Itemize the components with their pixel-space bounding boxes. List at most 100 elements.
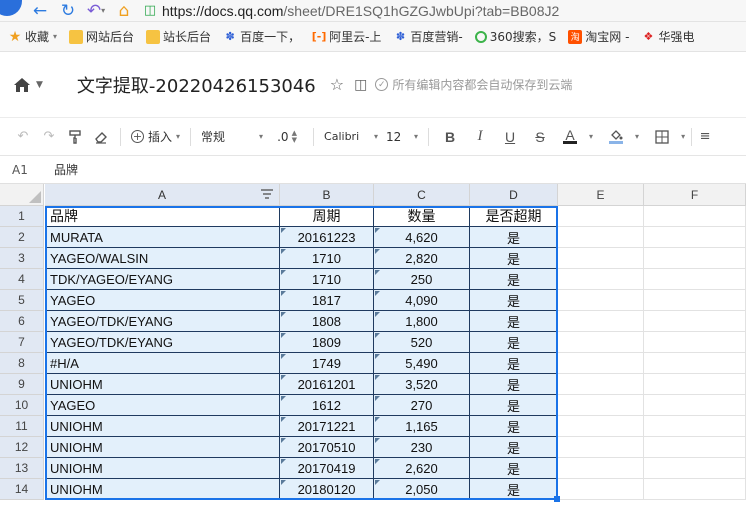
cell-c1[interactable]: 数量 (374, 206, 470, 227)
cell-f9[interactable] (644, 374, 746, 395)
undo-icon[interactable]: ↶ (10, 125, 36, 149)
cell-b14[interactable]: 20180120 (280, 479, 374, 500)
cell-f14[interactable] (644, 479, 746, 500)
cell-d1[interactable]: 是否超期 (470, 206, 558, 227)
cell-d11[interactable]: 是 (470, 416, 558, 437)
format-painter-icon[interactable] (62, 125, 88, 149)
column-header-c[interactable]: C (374, 184, 470, 206)
cell-a5[interactable]: YAGEO (45, 290, 280, 311)
cell-a13[interactable]: UNIOHM (45, 458, 280, 479)
row-header-12[interactable]: 12 (0, 437, 44, 458)
cell-e13[interactable] (558, 458, 644, 479)
cell-a2[interactable]: MURATA (45, 227, 280, 248)
row-header-7[interactable]: 7 (0, 332, 44, 353)
cell-e12[interactable] (558, 437, 644, 458)
cell-b2[interactable]: 20161223 (280, 227, 374, 248)
cell-e10[interactable] (558, 395, 644, 416)
home-icon[interactable]: ⌂ (110, 0, 138, 22)
cell-c12[interactable]: 230 (374, 437, 470, 458)
cell-a6[interactable]: YAGEO/TDK/EYANG (45, 311, 280, 332)
cell-c7[interactable]: 520 (374, 332, 470, 353)
cell-b11[interactable]: 20171221 (280, 416, 374, 437)
cell-d13[interactable]: 是 (470, 458, 558, 479)
cell-d3[interactable]: 是 (470, 248, 558, 269)
cell-d8[interactable]: 是 (470, 353, 558, 374)
cell-c13[interactable]: 2,620 (374, 458, 470, 479)
bookmark-aliyun[interactable]: [-] 阿里云-上 (312, 28, 382, 45)
decimal-places-stepper[interactable]: .0 ▲ ▼ (267, 125, 307, 149)
bookmark-favorites[interactable]: ★ 收藏 ▾ (8, 28, 57, 45)
cell-b13[interactable]: 20170419 (280, 458, 374, 479)
row-header-4[interactable]: 4 (0, 269, 44, 290)
cell-d7[interactable]: 是 (470, 332, 558, 353)
cell-a11[interactable]: UNIOHM (45, 416, 280, 437)
insert-button[interactable]: + 插入 ▾ (127, 125, 184, 149)
row-header-5[interactable]: 5 (0, 290, 44, 311)
select-all-corner[interactable] (0, 184, 44, 206)
cell-e4[interactable] (558, 269, 644, 290)
row-header-14[interactable]: 14 (0, 479, 44, 500)
chevron-down-icon[interactable]: ▾ (635, 132, 639, 141)
cell-e14[interactable] (558, 479, 644, 500)
row-header-1[interactable]: 1 (0, 206, 44, 227)
cell-d9[interactable]: 是 (470, 374, 558, 395)
cell-c5[interactable]: 4,090 (374, 290, 470, 311)
cell-e11[interactable] (558, 416, 644, 437)
cell-a9[interactable]: UNIOHM (45, 374, 280, 395)
cell-e9[interactable] (558, 374, 644, 395)
cell-a3[interactable]: YAGEO/WALSIN (45, 248, 280, 269)
row-header-3[interactable]: 3 (0, 248, 44, 269)
cell-f11[interactable] (644, 416, 746, 437)
cell-f8[interactable] (644, 353, 746, 374)
formula-input[interactable]: 品牌 (46, 161, 78, 178)
row-header-8[interactable]: 8 (0, 353, 44, 374)
cell-f13[interactable] (644, 458, 746, 479)
chevron-down-icon[interactable]: ▾ (681, 132, 685, 141)
cell-a10[interactable]: YAGEO (45, 395, 280, 416)
cell-f1[interactable] (644, 206, 746, 227)
number-format-select[interactable]: 常规 ▾ (197, 125, 267, 149)
cell-f3[interactable] (644, 248, 746, 269)
star-outline-icon[interactable]: ☆ (330, 75, 344, 94)
cell-f2[interactable] (644, 227, 746, 248)
cell-a14[interactable]: UNIOHM (45, 479, 280, 500)
cell-b9[interactable]: 20161201 (280, 374, 374, 395)
cell-c11[interactable]: 1,165 (374, 416, 470, 437)
bookmark-360-search[interactable]: 360搜索，S (474, 28, 556, 45)
chevron-down-icon[interactable]: ▼ (36, 80, 43, 90)
cell-c10[interactable]: 270 (374, 395, 470, 416)
url-field[interactable]: https://docs.qq.com/sheet/DRE1SQ1hGZGJwb… (162, 3, 559, 19)
cell-f6[interactable] (644, 311, 746, 332)
bookmark-huaqiang[interactable]: ❖ 华强电 (641, 28, 695, 45)
row-header-10[interactable]: 10 (0, 395, 44, 416)
italic-icon[interactable]: I (465, 125, 495, 149)
doc-title[interactable]: 文字提取-20220426153046 (77, 72, 316, 98)
cell-c14[interactable]: 2,050 (374, 479, 470, 500)
cell-d4[interactable]: 是 (470, 269, 558, 290)
cell-a4[interactable]: TDK/YAGEO/EYANG (45, 269, 280, 290)
cell-f5[interactable] (644, 290, 746, 311)
row-header-6[interactable]: 6 (0, 311, 44, 332)
cell-e3[interactable] (558, 248, 644, 269)
filter-icon[interactable] (261, 189, 273, 200)
cell-c6[interactable]: 1,800 (374, 311, 470, 332)
cell-d5[interactable]: 是 (470, 290, 558, 311)
underline-icon[interactable]: U (495, 125, 525, 149)
cell-b8[interactable]: 1749 (280, 353, 374, 374)
font-family-select[interactable]: Calibri ▾ (320, 125, 382, 149)
cell-b3[interactable]: 1710 (280, 248, 374, 269)
column-header-d[interactable]: D (470, 184, 558, 206)
cell-d14[interactable]: 是 (470, 479, 558, 500)
undo-history-icon[interactable]: ↶ ▾ (82, 0, 110, 22)
fill-color-icon[interactable] (601, 125, 631, 149)
refresh-icon[interactable]: ↻ (54, 0, 82, 22)
chevron-down-icon[interactable]: ▾ (589, 132, 593, 141)
cell-a8[interactable]: #H/A (45, 353, 280, 374)
align-icon[interactable]: ≡ (698, 125, 712, 149)
cell-d2[interactable]: 是 (470, 227, 558, 248)
row-header-11[interactable]: 11 (0, 416, 44, 437)
redo-icon[interactable]: ↷ (36, 125, 62, 149)
cell-c4[interactable]: 250 (374, 269, 470, 290)
bold-icon[interactable]: B (435, 125, 465, 149)
cell-a1[interactable]: 品牌 (45, 206, 280, 227)
